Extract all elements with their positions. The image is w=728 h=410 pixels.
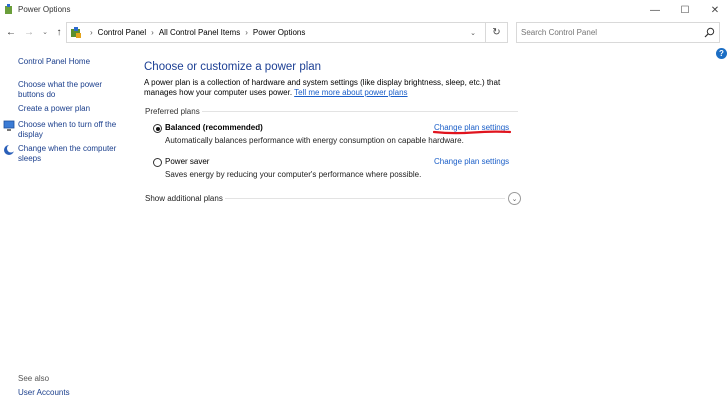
control-panel-home-link[interactable]: Control Panel Home	[18, 57, 90, 67]
power-options-icon	[5, 4, 12, 14]
refresh-button[interactable]: ↻	[485, 23, 507, 42]
address-bar[interactable]: › Control Panel › All Control Panel Item…	[66, 22, 508, 43]
back-button[interactable]: ←	[4, 25, 18, 39]
close-button[interactable]: ✕	[700, 0, 728, 20]
breadcrumb-all-items[interactable]: All Control Panel Items	[159, 28, 240, 37]
display-icon	[3, 120, 15, 131]
preferred-plans-label: Preferred plans	[145, 107, 200, 116]
left-pane: Control Panel Home Choose what the power…	[0, 52, 130, 410]
breadcrumb-separator: ›	[90, 28, 93, 37]
balanced-plan-description: Automatically balances performance with …	[165, 136, 464, 145]
power-saver-change-settings-link[interactable]: Change plan settings	[434, 157, 509, 166]
breadcrumb: › Control Panel › All Control Panel Item…	[85, 28, 305, 37]
additional-plans-divider	[225, 198, 505, 199]
chevron-down-icon[interactable]: ⌄	[508, 192, 521, 205]
balanced-radio[interactable]	[153, 124, 162, 133]
minimize-button[interactable]: —	[640, 0, 670, 20]
up-button[interactable]: ↑	[52, 25, 66, 39]
navigation-bar: ← → ⌄ ↑ › Control Panel › All Control Pa…	[0, 21, 728, 45]
power-saver-plan-description: Saves energy by reducing your computer's…	[165, 170, 422, 179]
user-accounts-link[interactable]: User Accounts	[18, 388, 70, 397]
control-panel-icon	[71, 27, 81, 38]
sidebar-item-create-plan[interactable]: Create a power plan	[18, 104, 90, 114]
section-divider	[202, 111, 518, 112]
forward-button[interactable]: →	[22, 25, 36, 39]
sleep-icon	[4, 144, 15, 155]
see-also-label: See also	[18, 374, 50, 383]
breadcrumb-control-panel[interactable]: Control Panel	[98, 28, 146, 37]
show-additional-plans-label[interactable]: Show additional plans	[145, 194, 223, 203]
search-icon[interactable]	[704, 27, 715, 38]
sidebar-item-turn-off-display[interactable]: Choose when to turn off the display	[18, 120, 123, 139]
recent-locations-button[interactable]: ⌄	[38, 25, 52, 39]
window-title: Power Options	[18, 5, 71, 14]
power-saver-plan-name[interactable]: Power saver	[165, 157, 209, 166]
help-icon[interactable]: ?	[716, 48, 727, 59]
power-saver-radio[interactable]	[153, 158, 162, 167]
breadcrumb-separator[interactable]: ›	[245, 28, 248, 37]
search-box[interactable]	[516, 22, 720, 43]
breadcrumb-power-options[interactable]: Power Options	[253, 28, 305, 37]
search-input[interactable]	[521, 26, 696, 39]
page-title: Choose or customize a power plan	[144, 61, 322, 73]
balanced-plan-name[interactable]: Balanced (recommended)	[165, 123, 263, 132]
address-dropdown-button[interactable]: ⌄	[465, 23, 481, 42]
intro-text: A power plan is a collection of hardware…	[144, 78, 524, 98]
sidebar-item-power-buttons[interactable]: Choose what the power buttons do	[18, 80, 118, 99]
red-underline-annotation	[433, 130, 511, 135]
breadcrumb-separator[interactable]: ›	[151, 28, 154, 37]
title-bar: Power Options — ☐ ✕	[0, 0, 728, 20]
maximize-button[interactable]: ☐	[670, 0, 700, 20]
sidebar-item-computer-sleeps[interactable]: Change when the computer sleeps	[18, 144, 123, 163]
learn-more-link[interactable]: Tell me more about power plans	[294, 88, 407, 97]
